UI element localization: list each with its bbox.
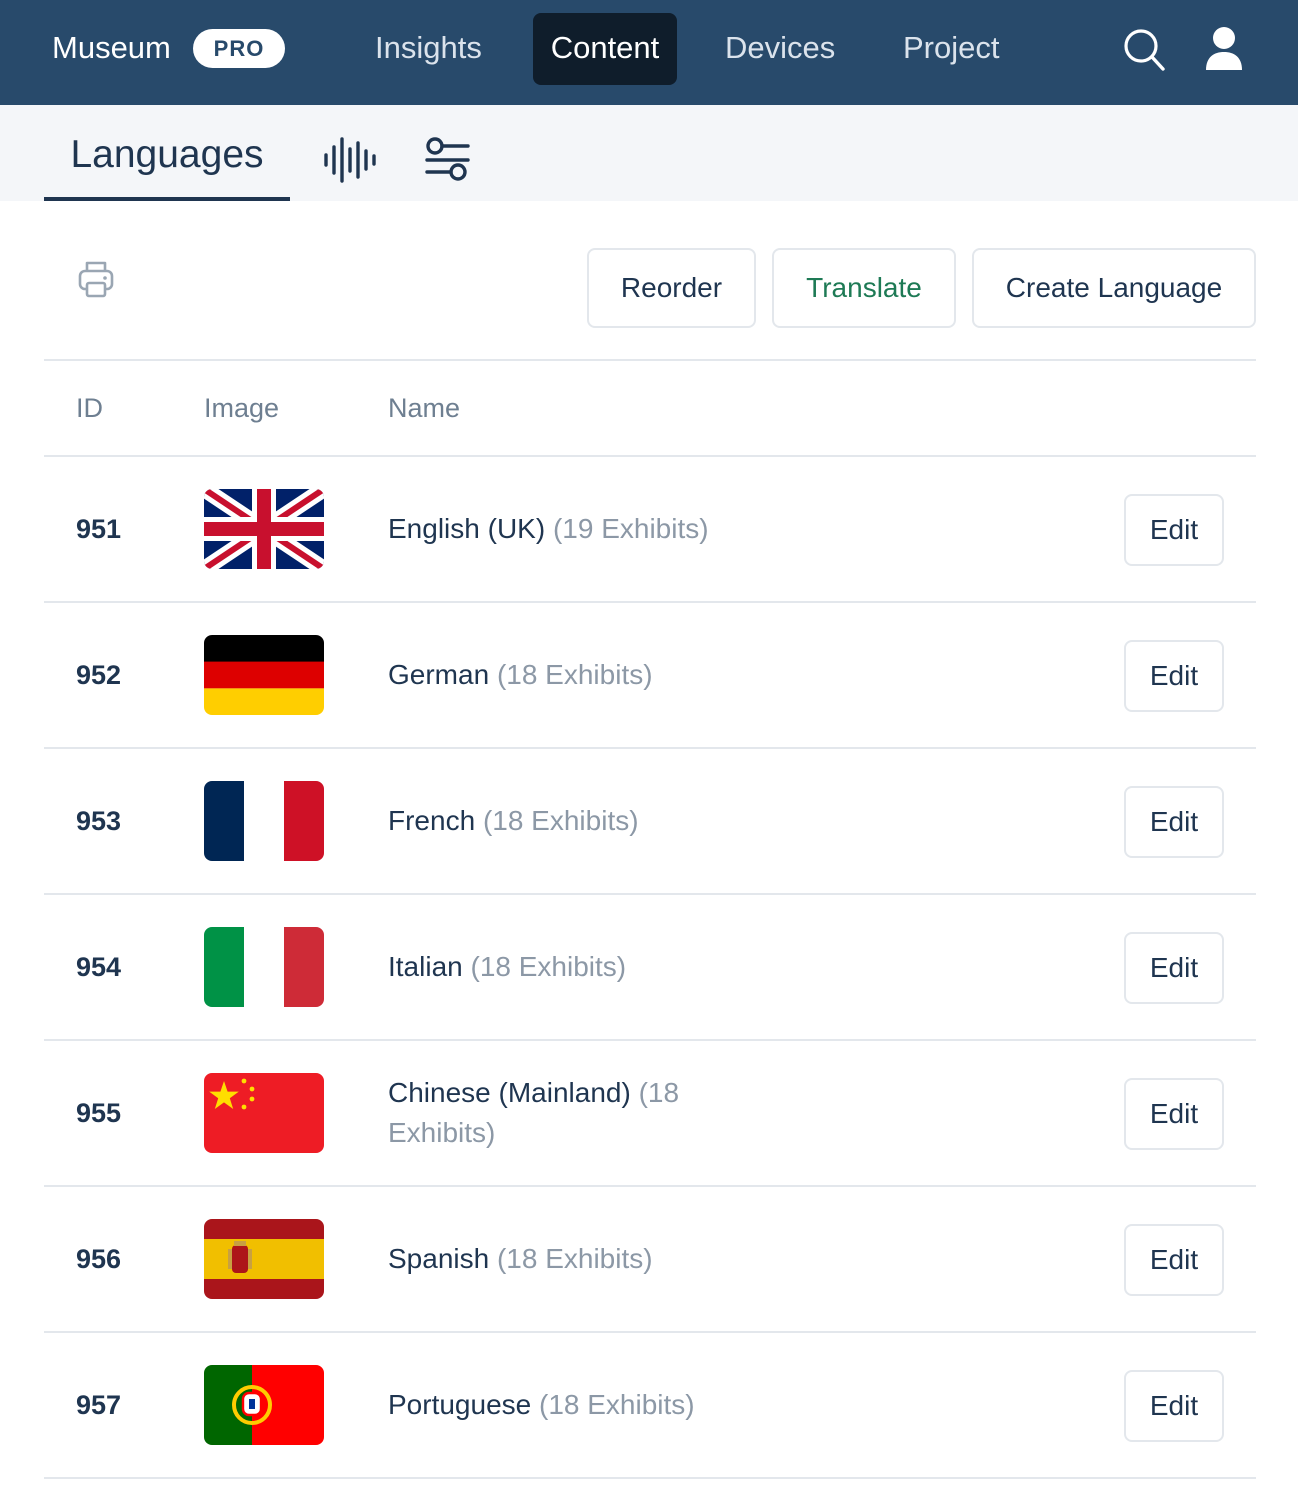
top-navbar: Museum PRO Insights Content Devices Proj… xyxy=(0,0,1298,105)
table-row: 956 Spanish (18 Exhibits) Edit xyxy=(44,1187,1256,1333)
create-language-button[interactable]: Create Language xyxy=(972,248,1256,328)
exhibit-count: (18 Exhibits) xyxy=(482,805,639,836)
sub-navbar: Languages xyxy=(0,105,1298,201)
reorder-button[interactable]: Reorder xyxy=(587,248,756,328)
audio-waveform-icon[interactable] xyxy=(320,135,380,185)
translate-button[interactable]: Translate xyxy=(772,248,956,328)
language-name: Italian xyxy=(388,951,463,982)
row-id: 956 xyxy=(76,1244,122,1274)
row-name: English (UK) (19 Exhibits) xyxy=(388,509,728,549)
edit-button[interactable]: Edit xyxy=(1124,640,1224,712)
exhibit-count: (18 Exhibits) xyxy=(496,659,653,690)
row-id: 954 xyxy=(76,952,122,982)
edit-button[interactable]: Edit xyxy=(1124,932,1224,1004)
header-image: Image xyxy=(204,393,280,423)
user-icon[interactable] xyxy=(1200,24,1248,74)
language-name: Spanish xyxy=(388,1243,490,1274)
row-id: 953 xyxy=(76,806,122,836)
row-name: Italian (18 Exhibits) xyxy=(388,947,728,987)
table-row: 954 Italian (18 Exhibits) Edit xyxy=(44,895,1256,1041)
exhibit-count: (18 Exhibits) xyxy=(539,1389,695,1420)
row-id: 957 xyxy=(76,1390,122,1420)
brand-name[interactable]: Museum xyxy=(52,28,171,68)
printer-icon[interactable] xyxy=(76,259,116,301)
table-header: ID Image Name xyxy=(44,359,1256,457)
row-id: 955 xyxy=(76,1098,122,1128)
edit-button[interactable]: Edit xyxy=(1124,1078,1224,1150)
row-name: Chinese (Mainland) (18 Exhibits) xyxy=(388,1073,728,1153)
row-id: 952 xyxy=(76,660,122,690)
table-row: 955 Chinese (Mainland) (18 Exhibits) Edi… xyxy=(44,1041,1256,1187)
language-name: Portuguese xyxy=(388,1389,532,1420)
edit-button[interactable]: Edit xyxy=(1124,494,1224,566)
italy-flag xyxy=(204,927,324,1007)
language-name: German xyxy=(388,659,490,690)
row-name: French (18 Exhibits) xyxy=(388,801,728,841)
language-name: French xyxy=(388,805,476,836)
germany-flag xyxy=(204,635,324,715)
exhibit-count: (19 Exhibits) xyxy=(552,513,709,544)
languages-table: ID Image Name 951 English (UK) (19 Exhib… xyxy=(44,359,1256,1479)
exhibit-count: (18 Exhibits) xyxy=(496,1243,653,1274)
portugal-flag xyxy=(204,1365,324,1445)
uk-flag xyxy=(204,489,324,569)
table-row: 953 French (18 Exhibits) Edit xyxy=(44,749,1256,895)
header-name: Name xyxy=(388,393,461,423)
edit-button[interactable]: Edit xyxy=(1124,1370,1224,1442)
row-id: 951 xyxy=(76,514,122,544)
language-name: Chinese (Mainland) xyxy=(388,1077,631,1108)
header-id: ID xyxy=(76,393,103,423)
nav-project[interactable]: Project xyxy=(887,13,1015,85)
nav-devices[interactable]: Devices xyxy=(709,13,851,85)
filters-icon[interactable] xyxy=(418,135,478,185)
row-name: German (18 Exhibits) xyxy=(388,655,728,695)
china-flag xyxy=(204,1073,324,1153)
row-name: Portuguese (18 Exhibits) xyxy=(388,1385,728,1425)
row-name: Spanish (18 Exhibits) xyxy=(388,1239,728,1279)
table-row: 951 English (UK) (19 Exhibits) Edit xyxy=(44,457,1256,603)
exhibit-count: (18 Exhibits) xyxy=(470,951,627,982)
tab-languages[interactable]: Languages xyxy=(44,105,290,201)
edit-button[interactable]: Edit xyxy=(1124,1224,1224,1296)
spain-flag xyxy=(204,1219,324,1299)
nav-insights[interactable]: Insights xyxy=(359,13,498,85)
nav-content[interactable]: Content xyxy=(533,13,677,85)
table-row: 957 Portuguese (18 Exhibits) Edit xyxy=(44,1333,1256,1479)
edit-button[interactable]: Edit xyxy=(1124,786,1224,858)
language-name: English (UK) xyxy=(388,513,546,544)
table-row: 952 German (18 Exhibits) Edit xyxy=(44,603,1256,749)
search-icon[interactable] xyxy=(1120,24,1168,74)
pro-badge: PRO xyxy=(193,29,285,68)
france-flag xyxy=(204,781,324,861)
